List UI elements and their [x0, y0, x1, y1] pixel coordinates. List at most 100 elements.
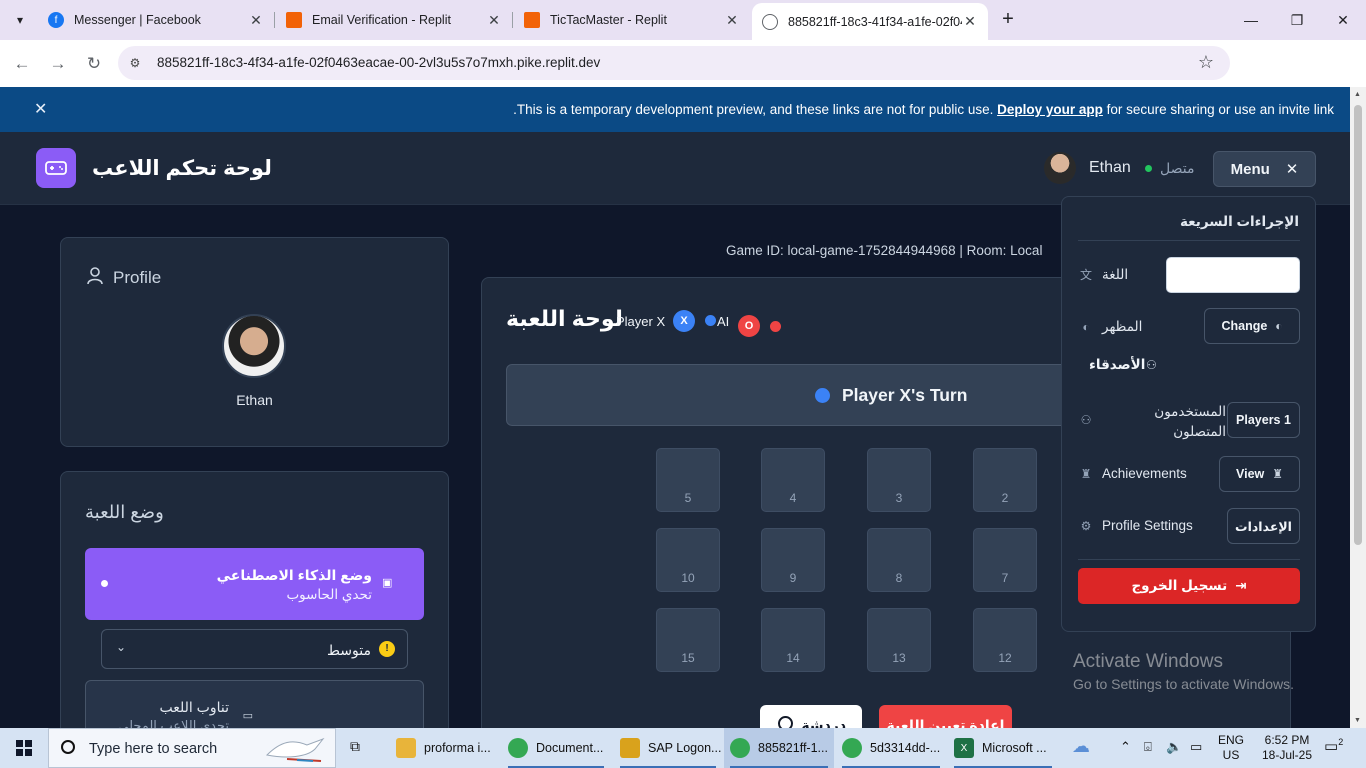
board-cell[interactable]: 5 [656, 448, 720, 512]
user-name: Ethan [1089, 159, 1131, 176]
globe-icon [762, 13, 778, 30]
trophy-icon: ♜ [1080, 467, 1092, 481]
chat-icon [778, 716, 793, 728]
deploy-link[interactable]: Deploy your app [997, 102, 1103, 117]
browser-tab[interactable]: TicTacMaster - Replit ✕ [514, 0, 750, 40]
browser-tab-active[interactable]: 885821ff-18c3-41f34-a1fe-02f04 ✕ [752, 3, 988, 40]
board-cell[interactable]: 10 [656, 528, 720, 592]
game-id-label: Game ID: local-game-1752844944968 | Room… [726, 243, 1043, 258]
scroll-down-icon[interactable]: ▼ [1354, 717, 1361, 724]
ai-badge: O [738, 315, 760, 337]
close-icon[interactable]: ✕ [486, 12, 502, 29]
taskbar-item[interactable]: 5d3314dd-... [836, 728, 946, 768]
webcam-icon[interactable]: ⌻ [1144, 739, 1152, 755]
player-x-indicator [705, 315, 716, 326]
task-view-icon[interactable]: ⧉ [350, 738, 370, 758]
activate-windows-watermark: Activate Windows Go to Settings to activ… [1073, 651, 1294, 692]
close-icon[interactable]: ✕ [962, 13, 978, 30]
back-button[interactable]: ← [8, 50, 36, 78]
browser-tab-bar: ▾ f Messenger | Facebook ✕ Email Verific… [0, 0, 1366, 40]
forward-button[interactable]: → [44, 50, 72, 78]
taskbar-item[interactable]: SAP Logon... [614, 728, 722, 768]
network-icon[interactable]: ▭ [1190, 739, 1202, 755]
logout-button[interactable]: تسجيل الخروج ⇥ [1078, 568, 1300, 604]
board-cell[interactable]: 12 [973, 608, 1037, 672]
maximize-button[interactable]: ❐ [1274, 0, 1320, 40]
dove-icon [265, 737, 325, 762]
page-scrollbar[interactable]: ▲ ▼ [1350, 87, 1366, 728]
app-header: لوحة تحكم اللاعب Ethan متصل Menu ✕ [0, 132, 1350, 205]
page-viewport: ✕ .This is a temporary development previ… [0, 87, 1350, 728]
board-cell[interactable]: 7 [973, 528, 1037, 592]
logout-icon: ⇥ [1235, 578, 1247, 593]
ai-indicator [770, 321, 781, 332]
site-info-icon[interactable]: ⚙ [126, 54, 144, 72]
address-bar: ← → ↻ ⚙ 885821ff-18c3-4f34-a1fe-02f0463e… [0, 40, 1366, 114]
ai-mode-option[interactable]: ▣ وضع الذكاء الاصطناعي تحدي الحاسوب [85, 548, 424, 620]
view-achievements-button[interactable]: View ♜ [1219, 456, 1300, 492]
search-icon [61, 740, 75, 754]
replit-icon [524, 12, 540, 28]
change-theme-button[interactable]: Change ◐ [1204, 308, 1300, 344]
notifications-icon[interactable]: ▭2 [1324, 737, 1346, 759]
reset-game-button[interactable]: إعادة تعيين اللعبة [879, 705, 1012, 728]
board-cell[interactable]: 14 [761, 608, 825, 672]
gamepad-icon: ▭ [242, 710, 253, 722]
taskbar-item[interactable]: proforma i... [390, 728, 498, 768]
close-icon[interactable]: ✕ [34, 99, 47, 119]
player-x-badge: X [673, 310, 695, 332]
chrome-icon [730, 738, 750, 758]
url-field[interactable]: ⚙ 885821ff-18c3-4f34-a1fe-02f0463eacae-0… [118, 46, 1230, 80]
windows-start-button[interactable] [0, 728, 48, 768]
close-icon[interactable]: ✕ [248, 12, 264, 29]
weather-icon[interactable]: ☁ [1072, 736, 1090, 757]
language-select[interactable] [1166, 257, 1300, 293]
windows-logo-icon [16, 740, 32, 756]
avatar [1044, 152, 1076, 184]
online-players-button[interactable]: Players 1 [1227, 402, 1300, 438]
board-cell[interactable]: 13 [867, 608, 931, 672]
volume-icon[interactable]: 🔈 [1166, 739, 1182, 755]
taskbar-item[interactable]: X Microsoft ... [948, 728, 1058, 768]
clock[interactable]: 6:52 PM 18-Jul-25 [1253, 733, 1321, 763]
browser-tab[interactable]: f Messenger | Facebook ✕ [38, 0, 274, 40]
minimize-button[interactable]: — [1228, 0, 1274, 40]
folder-icon [396, 738, 416, 758]
taskbar: Type here to search ⧉ proforma i... Docu… [0, 728, 1366, 768]
taskbar-item[interactable]: Document... [502, 728, 610, 768]
input-language[interactable]: ENG US [1218, 733, 1244, 763]
scroll-up-icon[interactable]: ▲ [1354, 91, 1361, 98]
excel-icon: X [954, 738, 974, 758]
board-cell[interactable]: 3 [867, 448, 931, 512]
board-cell[interactable]: 15 [656, 608, 720, 672]
chrome-icon [842, 738, 862, 758]
board-cell[interactable]: 2 [973, 448, 1037, 512]
new-tab-button[interactable]: + [996, 8, 1020, 32]
close-window-button[interactable]: ✕ [1320, 0, 1366, 40]
browser-tab[interactable]: Email Verification - Replit ✕ [276, 0, 512, 40]
close-icon[interactable]: ✕ [724, 12, 740, 29]
online-status-label: متصل [1160, 160, 1195, 176]
tab-search-button[interactable]: ▾ [6, 6, 34, 34]
board-cell[interactable]: 9 [761, 528, 825, 592]
chevron-up-icon[interactable]: ⌃ [1120, 739, 1131, 755]
chat-button[interactable]: دردشة [760, 705, 862, 728]
board-cell[interactable]: 4 [761, 448, 825, 512]
profile-settings-button[interactable]: الإعدادات [1227, 508, 1300, 544]
taskbar-search[interactable]: Type here to search [48, 728, 336, 768]
board-cell[interactable]: 8 [867, 528, 931, 592]
gamepad-icon [36, 148, 76, 188]
player-x-label: Player X [616, 314, 666, 329]
bookmark-star-icon[interactable]: ☆ [1198, 52, 1214, 73]
facebook-icon: f [48, 12, 64, 28]
taskbar-item-active[interactable]: 885821ff-1... [724, 728, 834, 768]
palette-icon: ◐ [1275, 319, 1283, 333]
menu-button[interactable]: Menu ✕ [1213, 151, 1316, 187]
page-title: لوحة تحكم اللاعب [92, 157, 272, 180]
difficulty-select[interactable]: ⌄ متوسط ! [101, 629, 408, 669]
ai-label: AI [717, 314, 730, 329]
reload-button[interactable]: ↻ [80, 50, 108, 78]
scrollbar-thumb[interactable] [1354, 105, 1362, 545]
banner-text: .This is a temporary development preview… [513, 102, 1334, 117]
local-mode-option[interactable]: ▭ تناوب اللعب تحدي اللاعب المحلي [85, 680, 424, 728]
